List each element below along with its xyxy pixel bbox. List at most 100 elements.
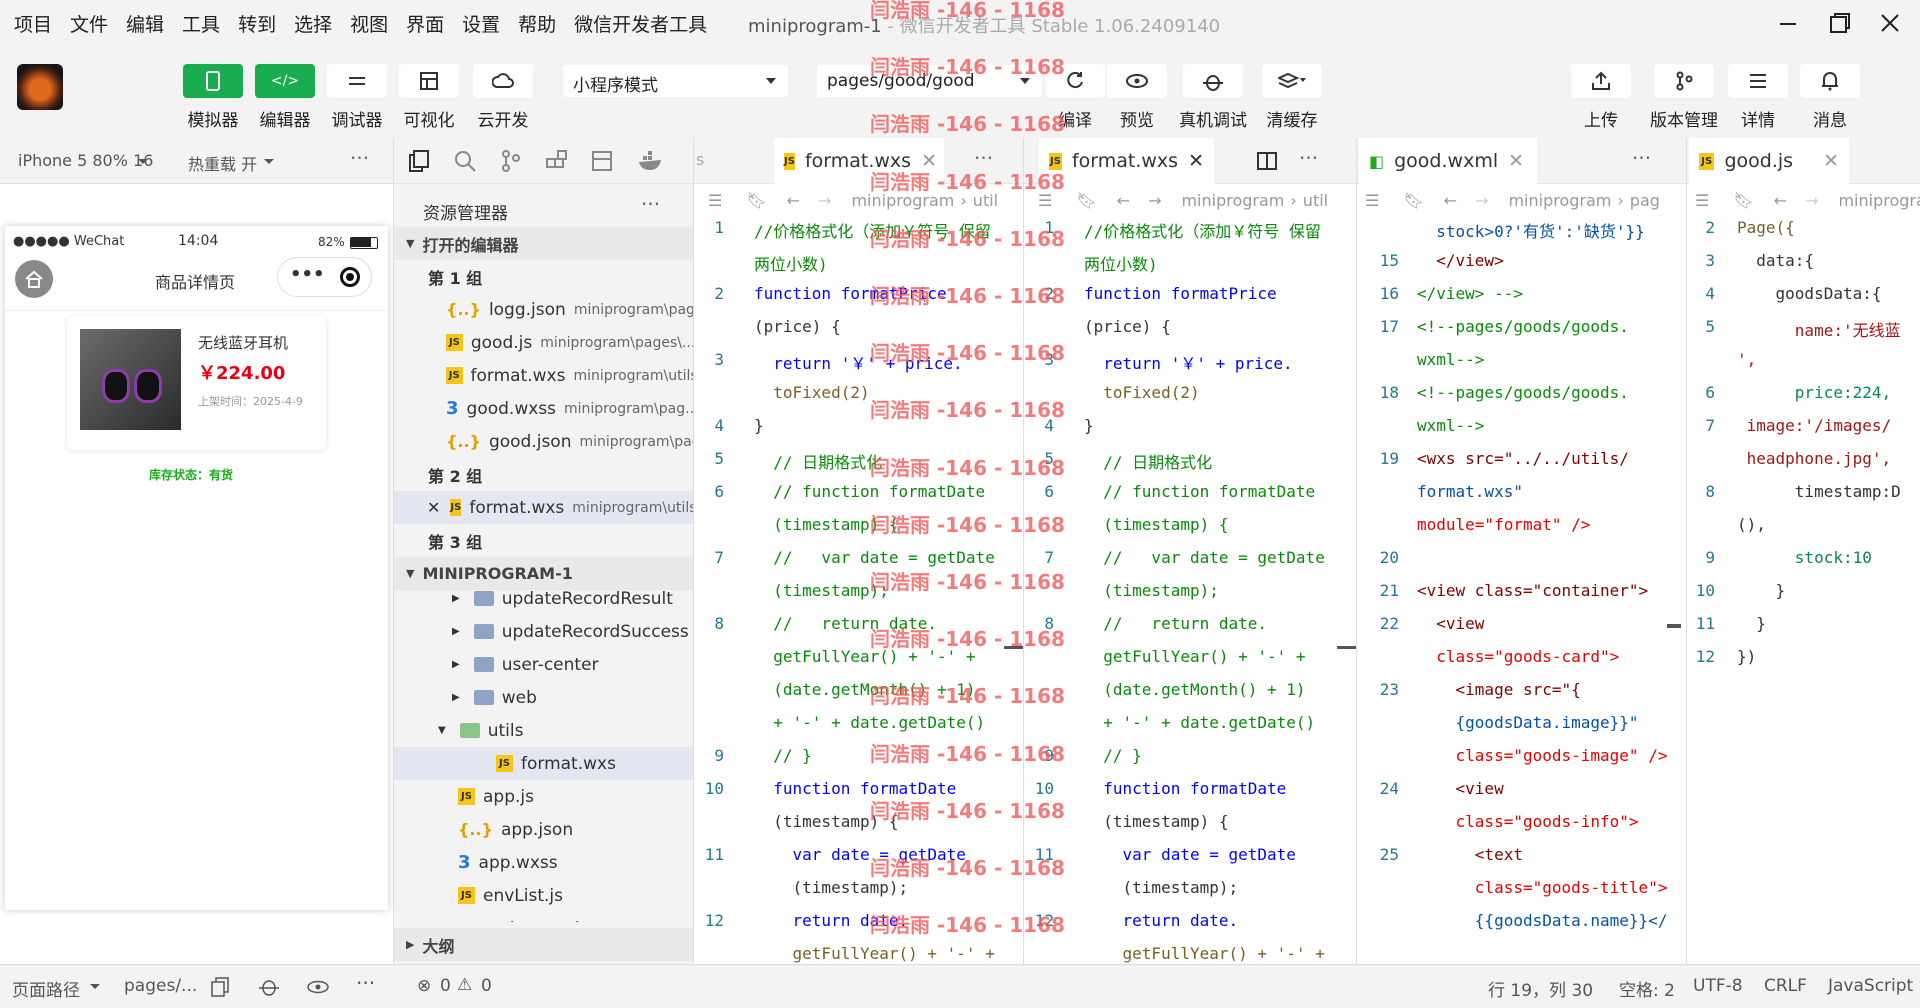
forward-arrow-icon[interactable]: →	[818, 191, 831, 210]
warning-count[interactable]: 0	[481, 976, 492, 996]
simulator-button[interactable]: 模拟器	[183, 64, 243, 131]
bookmark-icon[interactable]: 🔖︎	[1403, 191, 1423, 210]
menu-project[interactable]: 项目	[14, 10, 52, 37]
preview-button[interactable]: 预览	[1107, 64, 1167, 131]
menu-edit[interactable]: 编辑	[126, 10, 164, 37]
cursor-position[interactable]: 行 19，列 30	[1488, 976, 1593, 1001]
source-control-icon[interactable]	[500, 150, 522, 172]
tree-item[interactable]: ▶ updateRecordSuccess	[394, 615, 694, 648]
bookmark-icon[interactable]: 🔖︎	[1076, 191, 1096, 210]
tree-item[interactable]: ▼ utils	[394, 714, 694, 747]
forward-arrow-icon[interactable]: →	[1805, 191, 1818, 210]
more-icon[interactable]: ···	[641, 192, 660, 216]
details-button[interactable]: 详情	[1728, 64, 1788, 131]
more-icon[interactable]: ···	[1632, 146, 1651, 170]
tree-item[interactable]: JS app.js	[394, 780, 694, 813]
indentation[interactable]: 空格: 2	[1619, 976, 1675, 1001]
menu-tools[interactable]: 工具	[182, 10, 220, 37]
tab-good-js[interactable]: JS good.js ✕	[1689, 138, 1849, 184]
menu-select[interactable]: 选择	[294, 10, 332, 37]
close-icon[interactable]: ✕	[1188, 150, 1204, 172]
error-icon[interactable]: ⊗	[417, 976, 431, 996]
extensions-icon[interactable]	[546, 150, 568, 172]
warning-icon[interactable]: ⚠	[457, 975, 472, 995]
outline-header[interactable]: ▶ 大纲	[394, 928, 694, 961]
split-editor-icon[interactable]	[1257, 152, 1277, 170]
back-arrow-icon[interactable]: ←	[1117, 191, 1130, 210]
visual-button[interactable]: 可视化	[399, 64, 459, 131]
tree-item[interactable]: {..} app.json	[394, 813, 694, 846]
more-icon[interactable]: ···	[350, 146, 369, 170]
tree-item[interactable]: 3 app.wxss	[394, 846, 694, 879]
tree-item[interactable]: ▶ web	[394, 681, 694, 714]
menu-view[interactable]: 视图	[350, 10, 388, 37]
hot-reload-toggle[interactable]: 热重载 开	[188, 151, 257, 175]
menu-file[interactable]: 文件	[70, 10, 108, 37]
clear-cache-button[interactable]: 清缓存	[1262, 64, 1322, 131]
menu-settings[interactable]: 设置	[462, 10, 500, 37]
more-icon[interactable]: •••	[290, 264, 325, 285]
group-3[interactable]: 第 3 组	[394, 524, 694, 557]
scrollbar-thumb[interactable]	[1337, 646, 1356, 649]
project-header[interactable]: ▼ MINIPROGRAM-1	[394, 557, 694, 590]
bookmark-icon[interactable]: 🔖︎	[746, 191, 766, 210]
encoding[interactable]: UTF-8	[1693, 976, 1743, 996]
open-file-item[interactable]: {..} good.json miniprogram\pag...	[394, 425, 694, 458]
menu-interface[interactable]: 界面	[406, 10, 444, 37]
debugger-button[interactable]: 调试器	[327, 64, 387, 131]
bug-icon[interactable]	[258, 976, 280, 998]
error-count[interactable]: 0	[440, 976, 451, 996]
eye-icon[interactable]	[306, 980, 330, 994]
crumb[interactable]: util	[1303, 191, 1328, 210]
language-mode[interactable]: JavaScript	[1828, 976, 1913, 996]
tree-item[interactable]: {..} sitemap.json	[394, 912, 694, 923]
bookmark-icon[interactable]: 🔖︎	[1733, 191, 1753, 210]
open-file-format-wxs-active[interactable]: ✕ JS format.wxs miniprogram\utils	[394, 491, 697, 524]
list-icon[interactable]: ☰	[1695, 191, 1709, 210]
crumb[interactable]: pag	[1630, 191, 1660, 210]
open-file-item[interactable]: JS good.js miniprogram\pages\...	[394, 326, 694, 359]
more-icon[interactable]: ···	[356, 971, 375, 995]
tab-format-wxs-active[interactable]: JS format.wxs ✕	[1039, 138, 1214, 184]
avatar[interactable]	[17, 64, 63, 110]
files-icon[interactable]	[408, 150, 430, 172]
open-file-item[interactable]: JS format.wxs miniprogram\utils	[394, 359, 694, 392]
maximize-button[interactable]	[1820, 8, 1860, 38]
editor-button[interactable]: </> 编辑器	[255, 64, 315, 131]
open-file-item[interactable]: 3 good.wxss miniprogram\pag...	[394, 392, 694, 425]
forward-arrow-icon[interactable]: →	[1148, 191, 1161, 210]
version-button[interactable]: 版本管理	[1650, 64, 1718, 131]
device-select[interactable]: iPhone 5 80% 16	[18, 151, 153, 170]
back-arrow-icon[interactable]: ←	[1774, 191, 1787, 210]
more-icon[interactable]: ···	[1299, 146, 1318, 170]
list-icon[interactable]: ☰	[708, 191, 722, 210]
page-path-label[interactable]: 页面路径	[12, 976, 80, 1001]
minimize-button[interactable]	[1768, 8, 1808, 38]
home-button[interactable]	[15, 260, 53, 298]
menu-goto[interactable]: 转到	[238, 10, 276, 37]
upload-button[interactable]: 上传	[1571, 64, 1631, 131]
menu-help[interactable]: 帮助	[518, 10, 556, 37]
tree-item[interactable]: JS envList.js	[394, 879, 694, 912]
crumb[interactable]: miniprogram	[1508, 191, 1611, 210]
tree-item[interactable]: ▶ updateRecordResult	[394, 590, 694, 615]
close-window-button[interactable]	[1870, 8, 1910, 38]
capsule-button[interactable]: •••	[277, 257, 372, 297]
close-mini-icon[interactable]	[340, 267, 360, 287]
crumb[interactable]: miniprogra	[1838, 191, 1920, 210]
tab-good-wxml[interactable]: ◧ good.wxml ✕	[1359, 138, 1537, 184]
search-icon[interactable]	[454, 150, 476, 172]
back-arrow-icon[interactable]: ←	[1444, 191, 1457, 210]
storage-icon[interactable]	[592, 150, 614, 172]
list-icon[interactable]: ☰	[1365, 191, 1379, 210]
close-icon[interactable]: ✕	[1823, 150, 1839, 172]
tree-item[interactable]: JS format.wxs	[394, 747, 694, 780]
line-ending[interactable]: CRLF	[1764, 976, 1807, 996]
remote-debug-button[interactable]: 真机调试	[1179, 64, 1247, 131]
close-icon[interactable]: ✕	[1508, 150, 1524, 172]
menu-devtools[interactable]: 微信开发者工具	[574, 10, 707, 37]
open-editors-header[interactable]: ▼ 打开的编辑器	[394, 227, 694, 260]
cloud-button[interactable]: 云开发	[473, 64, 533, 131]
messages-button[interactable]: 消息	[1800, 64, 1860, 131]
group-1[interactable]: 第 1 组	[394, 260, 694, 293]
